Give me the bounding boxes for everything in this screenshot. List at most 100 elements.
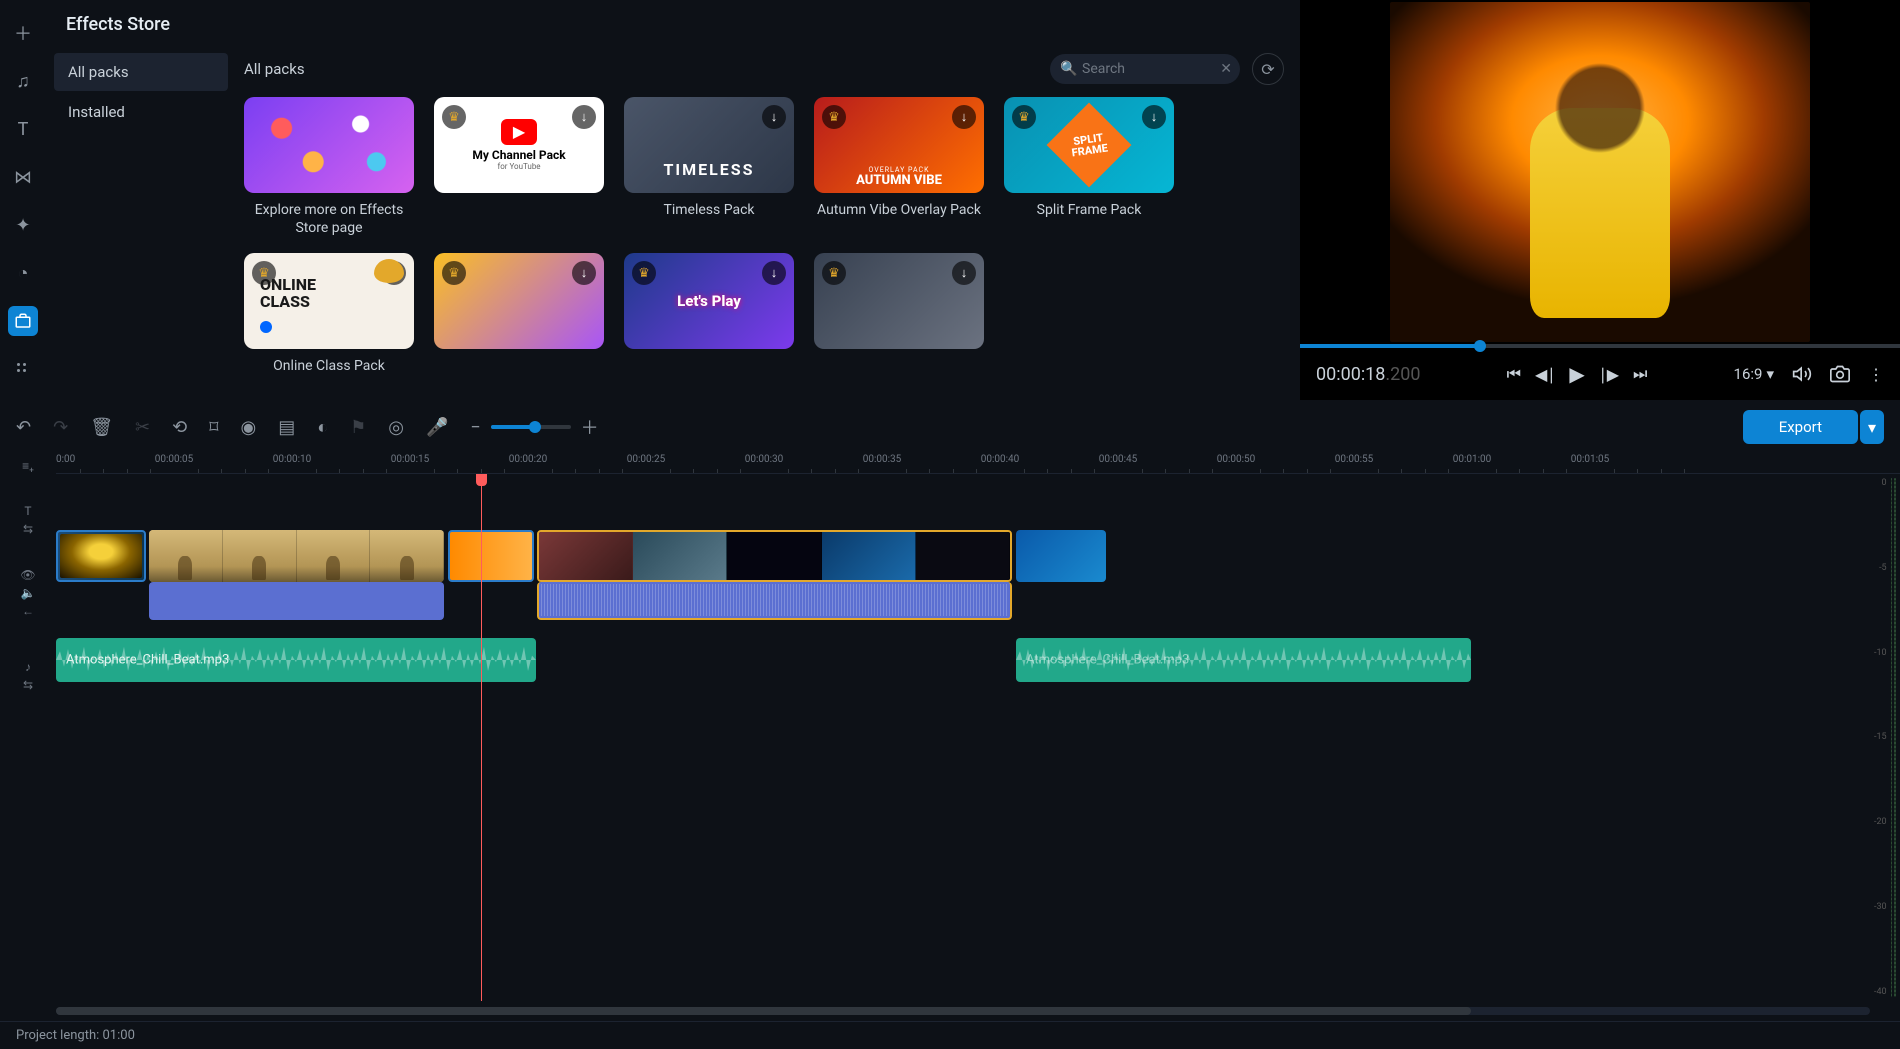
search-wrap: 🔍 ✕	[1050, 54, 1240, 84]
pack-label: Timeless Pack	[663, 201, 754, 219]
preview-panel: 00:00:18.200 ⏮ ◀∣ ▶ ∣▶ ⏭ 16:9 ▾	[1300, 0, 1900, 400]
step-forward-icon[interactable]: ∣▶	[1599, 365, 1619, 384]
cut-icon: ✂	[135, 417, 150, 438]
zoom-in-icon[interactable]: ＋	[581, 414, 599, 440]
export-dropdown-icon[interactable]: ▾	[1860, 410, 1884, 444]
video-clip[interactable]	[537, 530, 1012, 582]
track-text-icon[interactable]: T	[24, 504, 31, 518]
timeline-track-controls: ≡₊ T ⇆ 👁 🔈 ← ♪ ⇆	[0, 454, 56, 1021]
pack-thumbnail[interactable]: ♛↓OVERLAY PACKAUTUMN VIBE	[814, 97, 984, 193]
titles-icon[interactable]: T	[8, 114, 38, 144]
category-sidebar: All packsInstalled	[46, 45, 236, 400]
pack-thumbnail[interactable]: ♛↓	[434, 253, 604, 349]
pack-label: Online Class Pack	[273, 357, 385, 375]
redo-icon: ↷	[53, 417, 68, 438]
attached-audio-clip[interactable]	[149, 582, 444, 620]
transitions-icon[interactable]: ⋈	[8, 162, 38, 192]
ruler-tick: 00:00:30	[745, 454, 784, 465]
search-clear-icon[interactable]: ✕	[1220, 61, 1232, 77]
crop-icon[interactable]: ⌑	[209, 417, 218, 438]
effects-store-icon[interactable]	[8, 306, 38, 336]
preview-viewport[interactable]	[1300, 0, 1900, 344]
video-clip[interactable]	[149, 530, 444, 582]
play-icon[interactable]: ▶	[1569, 362, 1584, 386]
audio-link-icon[interactable]: ⇆	[23, 678, 33, 692]
download-icon[interactable]: ↓	[952, 261, 976, 285]
export-button[interactable]: Export	[1743, 410, 1858, 444]
timeline-toolbar: ↶ ↷ 🗑 ✂ ⟲ ⌑ ◉ ▤ ◐ ⚑ ◎ 🎤 − ＋ Export ▾	[0, 400, 1900, 454]
color-adjust-icon[interactable]: ◐	[317, 417, 328, 438]
status-bar: Project length: 01:00	[0, 1021, 1900, 1049]
audio-meters: 0-5-10-15-20-30-40	[1870, 474, 1900, 1001]
timeline-zoom-slider[interactable]: − ＋	[470, 414, 598, 440]
category-item[interactable]: Installed	[54, 93, 228, 131]
step-back-icon[interactable]: ◀∣	[1535, 365, 1555, 384]
voiceover-icon[interactable]: 🎤	[426, 417, 448, 438]
premium-badge-icon: ♛	[822, 261, 846, 285]
goto-start-icon[interactable]: ⏮	[1507, 364, 1521, 384]
attached-audio-track[interactable]	[56, 582, 1870, 620]
download-icon[interactable]: ↓	[1142, 105, 1166, 129]
clip-properties-icon[interactable]: ▤	[278, 417, 295, 438]
aspect-ratio-select[interactable]: 16:9 ▾	[1734, 365, 1774, 383]
pack-thumbnail[interactable]: ↓TIMELESS	[624, 97, 794, 193]
pack-thumbnail[interactable]: ♛↓▶My Channel Packfor YouTube	[434, 97, 604, 193]
timeline: ≡₊ T ⇆ 👁 🔈 ← ♪ ⇆ 00:00:0	[0, 454, 1900, 1049]
download-icon[interactable]: ↓	[762, 261, 786, 285]
audio-clip[interactable]: Atmosphere_Chill_Beat.mp3	[56, 638, 536, 682]
track-visibility-icon[interactable]: 👁	[20, 568, 35, 582]
project-length-label: Project length: 01:00	[16, 1028, 135, 1043]
record-icon[interactable]: ◉	[240, 417, 256, 438]
preview-menu-icon[interactable]: ⋮	[1868, 365, 1884, 384]
pack-thumbnail[interactable]: ♛↓ONLINECLASS	[244, 253, 414, 349]
audio-clip[interactable]: Atmosphere_Chill_Beat.mp3	[1016, 638, 1471, 682]
elements-icon[interactable]: ◔	[8, 258, 38, 288]
video-track[interactable]	[56, 530, 1870, 582]
audio-icon[interactable]: ♫	[8, 66, 38, 96]
snapshot-icon[interactable]	[1830, 364, 1850, 384]
pack-label: Explore more on Effects Store page	[244, 201, 414, 237]
premium-badge-icon: ♛	[822, 105, 846, 129]
effects-icon[interactable]: ✦	[8, 210, 38, 240]
ruler-tick: 00:00:20	[509, 454, 548, 465]
attached-audio-clip[interactable]	[537, 582, 1012, 620]
preview-seek-bar[interactable]	[1300, 344, 1900, 348]
pack-thumbnail[interactable]: ♛↓Let's Play	[624, 253, 794, 349]
timeline-h-scrollbar[interactable]	[56, 1007, 1870, 1015]
download-icon[interactable]: ↓	[952, 105, 976, 129]
ruler-tick: 00:00:10	[273, 454, 312, 465]
track-lock-icon[interactable]: ←	[22, 604, 34, 618]
ruler-tick: 00:01:05	[1571, 454, 1610, 465]
more-tools-icon[interactable]	[8, 354, 38, 384]
category-item[interactable]: All packs	[54, 53, 228, 91]
audio-track-icon[interactable]: ♪	[25, 660, 31, 674]
chevron-down-icon: ▾	[1766, 365, 1774, 383]
premium-badge-icon: ♛	[632, 261, 656, 285]
search-input[interactable]	[1050, 54, 1240, 84]
rotate-icon[interactable]: ⟲	[172, 417, 187, 438]
pack-thumbnail[interactable]: ♛↓SPLITFRAME	[1004, 97, 1174, 193]
video-clip[interactable]	[1016, 530, 1106, 582]
video-clip[interactable]	[448, 530, 534, 582]
pack-thumbnail[interactable]	[244, 97, 414, 193]
chroma-key-icon[interactable]: ◎	[388, 417, 404, 438]
download-icon[interactable]: ↓	[572, 261, 596, 285]
track-link-icon[interactable]: ⇆	[23, 522, 33, 536]
download-icon[interactable]: ↓	[762, 105, 786, 129]
volume-icon[interactable]	[1792, 364, 1812, 384]
audio-track[interactable]: Atmosphere_Chill_Beat.mp3 Atmosphere_Chi…	[56, 638, 1870, 682]
video-clip[interactable]	[56, 530, 146, 582]
delete-icon[interactable]: 🗑	[90, 417, 113, 438]
packs-grid-title: All packs	[244, 60, 305, 78]
pack-card: Explore more on Effects Store page	[244, 97, 414, 237]
goto-end-icon[interactable]: ⏭	[1633, 364, 1647, 384]
zoom-out-icon[interactable]: −	[470, 417, 480, 438]
pack-thumbnail[interactable]: ♛↓	[814, 253, 984, 349]
refresh-button[interactable]: ⟳	[1252, 53, 1284, 85]
undo-icon[interactable]: ↶	[16, 417, 31, 438]
track-mute-icon[interactable]: 🔈	[21, 586, 36, 600]
add-track-icon[interactable]: ≡₊	[22, 459, 34, 473]
timeline-ruler[interactable]: 00:00:0000:00:0500:00:1000:00:1500:00:20…	[56, 454, 1900, 474]
add-media-icon[interactable]: ＋	[8, 18, 38, 48]
pack-card: ♛↓▶My Channel Packfor YouTube	[434, 97, 604, 237]
